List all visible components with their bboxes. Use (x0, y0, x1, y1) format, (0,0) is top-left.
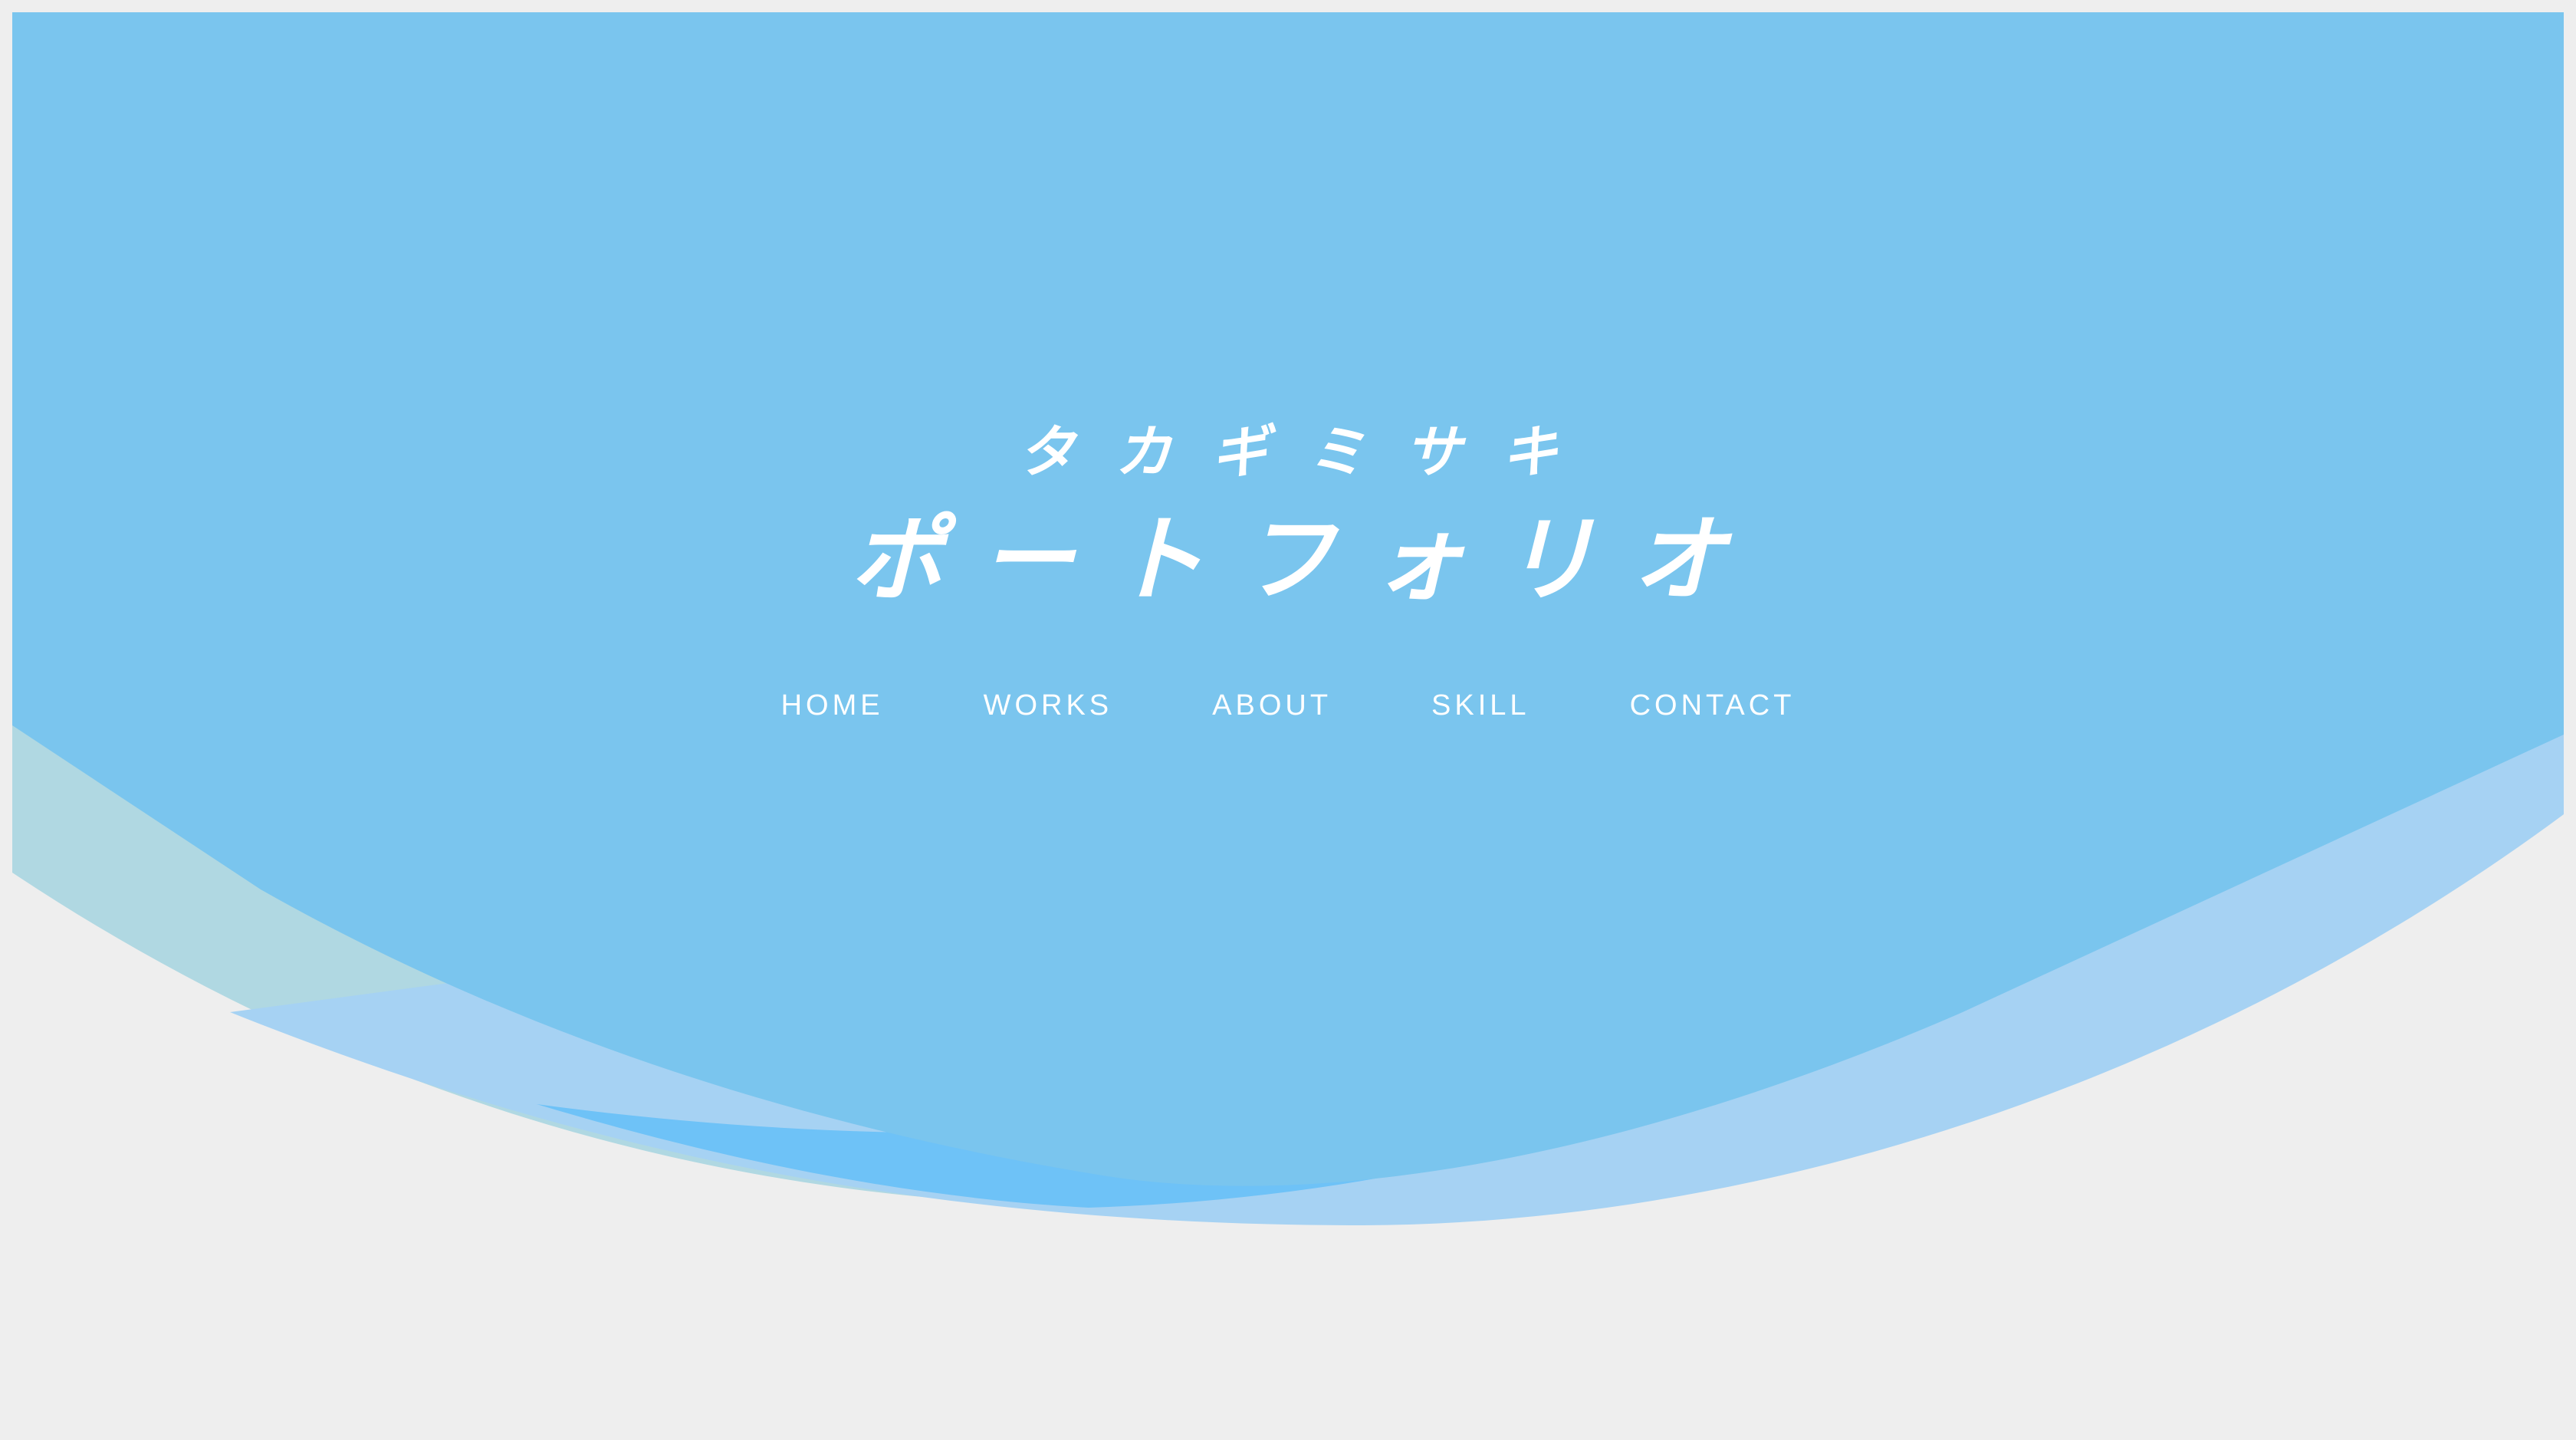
site-subtitle: タカギミサキ (1018, 419, 1598, 485)
site-title: ポートフォリオ (850, 505, 1763, 614)
nav-about-link[interactable]: ABOUT (1212, 684, 1332, 727)
hero-title-block: タカギミサキ ポートフォリオ (0, 414, 2576, 613)
nav-home-link[interactable]: HOME (781, 684, 884, 727)
nav-works-link[interactable]: WORKS (984, 684, 1113, 727)
main-navigation: HOME WORKS ABOUT SKILL CONTACT (0, 684, 2576, 727)
nav-skill-link[interactable]: SKILL (1431, 684, 1530, 727)
nav-contact-link[interactable]: CONTACT (1630, 684, 1796, 727)
page: タカギミサキ ポートフォリオ HOME WORKS ABOUT SKILL CO… (0, 0, 2576, 1440)
